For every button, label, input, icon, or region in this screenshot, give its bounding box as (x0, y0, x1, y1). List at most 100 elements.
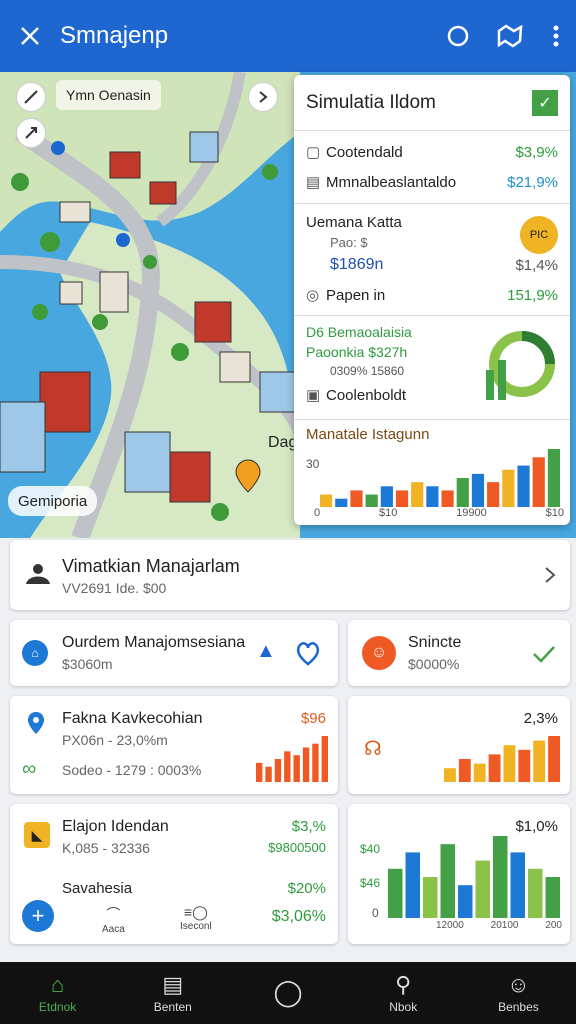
heart-icon[interactable] (294, 640, 322, 666)
aaca-button[interactable]: ⌒ Aaca (102, 904, 125, 935)
map-location-chip[interactable]: Ymn Oenasin (56, 80, 161, 110)
chart-bar (517, 465, 530, 507)
card-d[interactable]: 2,3% ☊ (348, 696, 570, 794)
map-tool-button[interactable] (16, 82, 46, 112)
card-top: $1,0% (515, 818, 558, 835)
iseconl-button[interactable]: ≡◯ Iseconl (180, 904, 212, 932)
chart-bar (493, 836, 508, 918)
chart-y-label: 30 (306, 457, 320, 471)
chart-bar (545, 877, 560, 918)
tag-icon: ⌂ (22, 640, 48, 666)
x-tick: 0 (314, 507, 321, 519)
panel-confirm-button[interactable]: ✓ (532, 89, 558, 116)
card-c[interactable]: Fakna Kavkecohian PX06n - 23,0%m ∞ Sodeo… (10, 696, 338, 794)
chart-bar (388, 868, 403, 918)
card-e[interactable]: ◣ Elajon Idendan K,085 - 32336 $3,% $980… (10, 804, 338, 944)
row-value: $21,9% (507, 173, 558, 191)
simulation-panel: Simulatia Ildom ✓ ▢ Cootendald $3,9% ▤ M… (294, 75, 570, 525)
map-button[interactable] (484, 0, 536, 72)
chart-bar (321, 736, 328, 782)
chart-bar (302, 747, 310, 782)
card-b[interactable]: ☺ Snincte $0000% (348, 620, 570, 686)
chevron-icon (259, 91, 268, 103)
chart-bar (320, 494, 333, 507)
check-icon (533, 646, 555, 663)
refresh-button[interactable] (432, 0, 484, 72)
chart-bar (350, 490, 363, 507)
chart-bar (473, 763, 486, 782)
chart-bar (395, 490, 409, 507)
chart-bar (265, 766, 272, 782)
chart-bar (444, 768, 456, 782)
panel-bar-chart (320, 449, 560, 507)
main-summary-card[interactable]: Vimatkian Manajarlam VV2691 Ide. $00 (10, 540, 570, 610)
card-f[interactable]: $1,0% $40 $46 0 12000 20100 200 (348, 804, 570, 944)
chart-x-axis: 0 $10 19900 $10 (314, 507, 564, 519)
button-label: Aaca (102, 924, 125, 935)
chart-bar (335, 498, 348, 507)
map-zoom-button[interactable] (16, 118, 46, 148)
group-icon (26, 564, 50, 584)
nav-search[interactable]: ⚲ Nbok (346, 962, 461, 1024)
nav-label: Benbes (498, 1000, 539, 1014)
x-tick: 20100 (490, 920, 519, 931)
chart-bar (532, 457, 545, 507)
panel-row[interactable]: ▤ Mmnalbeaslantaldo $21,9% (294, 167, 570, 197)
bag-icon[interactable]: ▲ (256, 640, 276, 663)
panel-section-1: ▢ Cootendald $3,9% ▤ Mmnalbeaslantaldo $… (294, 131, 570, 204)
list-icon: ▤ (162, 972, 184, 997)
app-title: Smnajenp (60, 22, 169, 49)
card-a[interactable]: ⌂ Ourdem Manajomsesiana $3060m ▲ (10, 620, 338, 686)
profile-icon: ☺ (507, 972, 530, 997)
x-tick: $10 (378, 507, 398, 519)
row-label: Mmnalbeaslantaldo (326, 173, 457, 191)
chart-bar (440, 844, 455, 918)
chart-bar (528, 868, 543, 918)
location-pin-icon (28, 712, 44, 734)
card-title: Ourdem Manajomsesiana (62, 634, 246, 651)
row-value: 151,9% (507, 286, 558, 304)
y-tick: $46 (360, 876, 381, 890)
card-val1: $3,% (291, 818, 326, 835)
panel-header: Simulatia Ildom ✓ (294, 75, 570, 131)
map-collapse-button[interactable] (248, 82, 278, 112)
row-label: Papen in (326, 286, 386, 304)
bottom-nav: ⌂ Etdnok ▤ Benten ◯ ⚲ Nbok ☺ Benbes (0, 962, 576, 1024)
y-tick: $40 (360, 842, 381, 856)
card-val2: $9800500 (268, 840, 326, 855)
chart-bar (426, 486, 439, 507)
add-button[interactable]: + (22, 900, 54, 932)
chevron-right-icon (545, 567, 556, 583)
chart-bar (502, 469, 515, 507)
chart-bar (475, 860, 490, 918)
lock-icon: ⌒ (106, 906, 121, 922)
card-pct: 2,3% (523, 710, 558, 727)
card-line2: Savahesia (62, 880, 133, 897)
panel-row[interactable]: ▢ Cootendald $3,9% (294, 137, 570, 167)
chart-bar (510, 852, 525, 918)
chart-bar (405, 852, 420, 918)
pic-badge: PIC (520, 216, 558, 254)
panel-row[interactable]: ◎ Papen in 151,9% (294, 280, 570, 310)
chart-bar (456, 478, 469, 507)
nav-home[interactable]: ⌂ Etdnok (0, 962, 115, 1024)
close-icon (21, 27, 39, 45)
x-tick: $10 (545, 507, 564, 519)
nav-list[interactable]: ▤ Benten (115, 962, 230, 1024)
nav-compass[interactable]: ◯ (230, 962, 345, 1024)
more-menu-button[interactable] (536, 0, 576, 72)
x-tick: 200 (545, 920, 562, 931)
card-pct: $96 (300, 710, 326, 727)
chart-title: Manatale Istagunn (306, 426, 430, 443)
infinity-icon: ∞ (22, 758, 37, 780)
map-area-badge[interactable]: Gemiporia (8, 486, 98, 516)
card-title: Fakna Kavkecohian (62, 710, 203, 727)
check-icon: ✓ (538, 94, 552, 112)
panel-section-2: Uemana Katta Pao: $ $1869n $1,4% ◎ Papen… (294, 204, 570, 316)
chart-bar (312, 743, 319, 782)
card-sub: $0000% (408, 656, 460, 672)
close-button[interactable] (0, 0, 60, 72)
box-icon: ▣ (306, 387, 321, 404)
user-icon: ☊ (364, 738, 382, 760)
nav-profile[interactable]: ☺ Benbes (461, 962, 576, 1024)
